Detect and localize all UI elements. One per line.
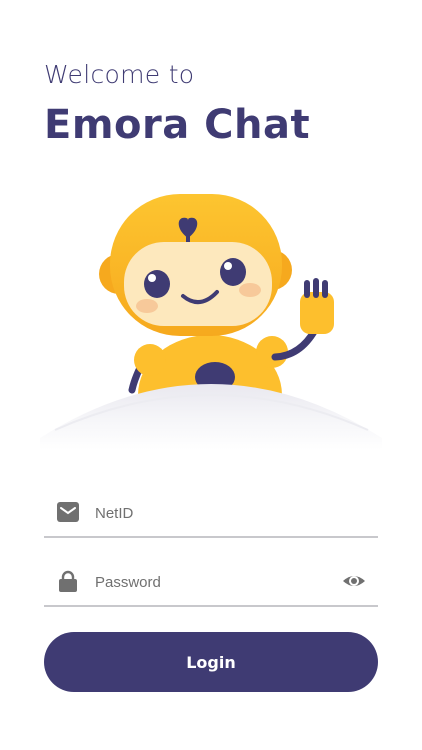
netid-field[interactable] [44,488,378,538]
mail-icon [57,502,79,522]
eye-icon[interactable] [342,570,366,592]
netid-input[interactable] [93,496,327,530]
password-input[interactable] [93,565,327,599]
password-field[interactable] [44,557,378,607]
lock-icon [59,570,77,592]
app-title: Emora Chat [44,102,311,148]
welcome-text: Welcome to [44,60,195,89]
login-button[interactable]: Login [44,632,378,692]
robot-mascot-illustration [40,194,382,450]
